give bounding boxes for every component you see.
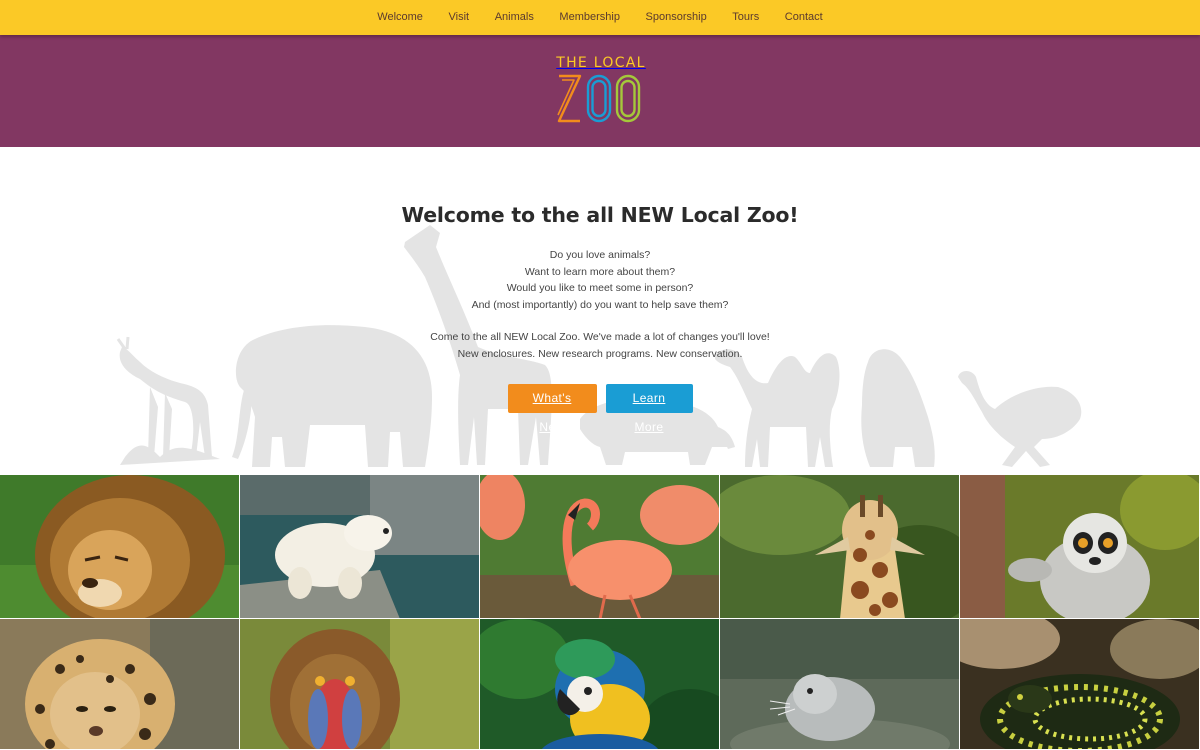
logo-zoo-wordmark xyxy=(557,74,641,123)
hero-buttons: What's New Learn More xyxy=(300,384,900,434)
ostrich-silhouette xyxy=(958,371,1082,467)
nav-visit[interactable]: Visit xyxy=(436,0,482,35)
gallery-tile-giraffe[interactable] xyxy=(720,475,960,619)
header-banner: THE LOCAL xyxy=(0,35,1200,147)
seal-photo xyxy=(720,619,959,749)
gallery-tile-flamingo[interactable] xyxy=(480,475,720,619)
top-navigation: Welcome Visit Animals Membership Sponsor… xyxy=(0,0,1200,35)
gallery-tile-leopard[interactable] xyxy=(0,619,240,750)
leopard-photo xyxy=(0,619,239,749)
nav-membership[interactable]: Membership xyxy=(547,0,633,35)
polar-bear-photo xyxy=(240,475,479,618)
snake-photo xyxy=(960,619,1199,749)
nav-sponsorship[interactable]: Sponsorship xyxy=(633,0,720,35)
gallery-tile-macaw[interactable] xyxy=(480,619,720,750)
logo-line1: THE LOCAL xyxy=(556,55,646,71)
hero-intro: Come to the all NEW Local Zoo. We've mad… xyxy=(300,329,900,362)
hero-title: Welcome to the all NEW Local Zoo! xyxy=(401,203,799,227)
learn-more-button[interactable]: Learn More xyxy=(605,384,693,434)
antelope-silhouette xyxy=(116,336,220,465)
flamingo-photo xyxy=(480,475,719,618)
hero-question: Do you love animals? xyxy=(549,249,651,261)
animal-photo-gallery xyxy=(0,475,1200,750)
nav-contact[interactable]: Contact xyxy=(772,0,836,35)
gallery-tile-lion[interactable] xyxy=(0,475,240,619)
nav-list: Welcome Visit Animals Membership Sponsor… xyxy=(364,0,835,35)
gallery-tile-seal[interactable] xyxy=(720,619,960,750)
hero-content: Welcome to the all NEW Local Zoo! Do you… xyxy=(300,147,900,434)
hero-intro-line: New enclosures. New research programs. N… xyxy=(457,347,743,360)
nav-animals[interactable]: Animals xyxy=(482,0,547,35)
gallery-tile-lemur[interactable] xyxy=(960,475,1200,619)
lion-photo xyxy=(0,475,239,618)
macaw-photo xyxy=(480,619,719,749)
hero-question: And (most importantly) do you want to he… xyxy=(471,298,729,311)
hero-section: Welcome to the all NEW Local Zoo! Do you… xyxy=(0,147,1200,475)
mandrill-photo xyxy=(240,619,479,749)
hero-questions: Do you love animals? Want to learn more … xyxy=(300,247,900,313)
nav-tours[interactable]: Tours xyxy=(720,0,773,35)
gallery-tile-polar-bear[interactable] xyxy=(240,475,480,619)
hero-question: Want to learn more about them? xyxy=(524,265,676,278)
gallery-tile-snake[interactable] xyxy=(960,619,1200,750)
gallery-tile-mandrill[interactable] xyxy=(240,619,480,750)
site-logo[interactable]: THE LOCAL xyxy=(556,55,646,135)
hero-intro-line: Come to the all NEW Local Zoo. We've mad… xyxy=(430,331,770,343)
whats-new-button[interactable]: What's New xyxy=(507,384,597,434)
lemur-photo xyxy=(960,475,1199,618)
hero-question: Would you like to meet some in person? xyxy=(506,282,694,294)
nav-welcome[interactable]: Welcome xyxy=(364,0,435,35)
giraffe-photo xyxy=(720,475,959,618)
